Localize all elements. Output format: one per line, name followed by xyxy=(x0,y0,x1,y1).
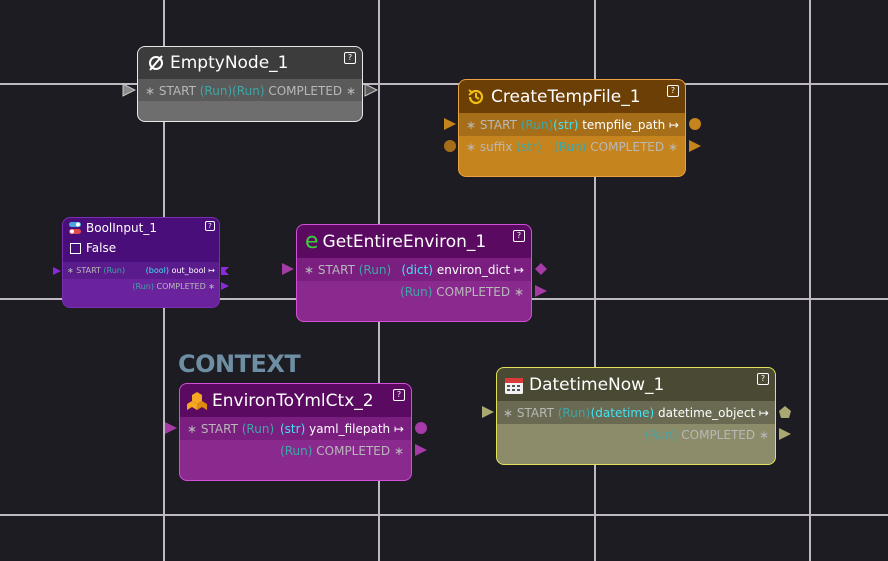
out-bool-type: (bool) xyxy=(145,266,170,275)
toggle-icon xyxy=(67,221,83,235)
completed-type: (Run) xyxy=(280,444,313,458)
suffix-type: (str) xyxy=(516,140,542,154)
start-star: ∗ xyxy=(145,84,156,98)
completed-output-socket[interactable] xyxy=(220,281,230,291)
completed-output-socket[interactable] xyxy=(414,443,428,457)
completed-output-socket[interactable] xyxy=(778,427,792,441)
node-title: GetEntireEnviron_1 xyxy=(322,231,487,252)
help-icon[interactable]: ? xyxy=(757,373,769,385)
start-type: (Run) xyxy=(199,84,233,98)
boxes-icon xyxy=(186,391,208,411)
node-title: EmptyNode_1 xyxy=(170,53,289,73)
empty-set-icon xyxy=(146,54,166,72)
node-empty-node[interactable]: EmptyNode_1 ? ∗ START (Run) (Run) COMPLE… xyxy=(122,46,378,122)
environ-dict-output-socket[interactable] xyxy=(534,262,548,276)
completed-label: COMPLETED xyxy=(268,84,343,98)
input-socket[interactable] xyxy=(164,421,178,435)
start-type: (Run) xyxy=(557,406,591,420)
help-icon[interactable]: ? xyxy=(667,85,679,97)
datetime-object-output-socket[interactable] xyxy=(778,405,792,419)
start-type: (Run) xyxy=(358,263,392,277)
completed-star: ∗ xyxy=(513,285,524,299)
input-socket[interactable] xyxy=(481,405,495,419)
datetime-object-label: datetime_object ↦ xyxy=(657,406,769,420)
tempfile-path-label: tempfile_path ↦ xyxy=(582,118,680,132)
start-type: (Run) xyxy=(520,118,554,132)
start-star: ∗ xyxy=(304,263,315,277)
out-bool-label: out_bool ↦ xyxy=(171,266,215,275)
datetime-object-type: (datetime) xyxy=(590,406,655,420)
help-icon[interactable]: ? xyxy=(513,230,525,242)
completed-label: COMPLETED xyxy=(156,282,206,291)
input-socket[interactable] xyxy=(443,117,457,131)
completed-type: (Run) xyxy=(554,140,587,154)
completed-star: ∗ xyxy=(758,428,769,442)
environ-dict-label: environ_dict ↦ xyxy=(436,263,524,277)
help-icon[interactable]: ? xyxy=(344,52,356,64)
node-environ-to-yml-ctx[interactable]: EnvironToYmlCtx_2 ? ∗ START (Run) (str) … xyxy=(165,383,427,481)
completed-output-socket[interactable] xyxy=(534,284,548,298)
start-star: ∗ xyxy=(187,422,198,436)
out-bool-output-socket[interactable] xyxy=(220,266,230,276)
checkbox[interactable] xyxy=(70,242,81,254)
input-socket[interactable] xyxy=(122,83,136,97)
start-star: ∗ xyxy=(503,406,514,420)
completed-output-socket[interactable] xyxy=(688,139,702,153)
start-label: START xyxy=(76,266,101,275)
input-socket[interactable] xyxy=(52,266,62,276)
completed-label: COMPLETED xyxy=(436,285,511,299)
suffix-input-socket[interactable] xyxy=(443,139,457,153)
tempfile-path-output-socket[interactable] xyxy=(688,117,702,131)
help-icon[interactable]: ? xyxy=(205,221,215,231)
yaml-filepath-label: yaml_filepath ↦ xyxy=(309,422,404,436)
history-icon xyxy=(465,87,487,107)
tempfile-path-type: (str) xyxy=(553,118,579,132)
node-datetime-now[interactable]: DatetimeNow_1 ? ∗ START (Run) (datetime)… xyxy=(482,367,791,465)
completed-label: COMPLETED xyxy=(681,428,756,442)
start-star: ∗ xyxy=(466,118,477,132)
bool-checkbox-row[interactable]: False xyxy=(70,241,116,255)
start-label: START xyxy=(516,406,554,420)
node-title: BoolInput_1 xyxy=(86,221,157,235)
completed-type: (Run) xyxy=(645,428,678,442)
environ-dict-type: (dict) xyxy=(401,263,433,277)
node-get-entire-environ[interactable]: e GetEntireEnviron_1 ? ∗ START (Run) (di… xyxy=(282,224,547,322)
checkbox-label: False xyxy=(86,241,117,255)
completed-star: ∗ xyxy=(346,84,357,98)
completed-star: ∗ xyxy=(667,140,678,154)
start-star: ∗ xyxy=(67,266,74,275)
node-title: EnvironToYmlCtx_2 xyxy=(212,390,374,411)
node-create-temp-file[interactable]: CreateTempFile_1 ? ∗ START (Run) (str) t… xyxy=(444,79,701,177)
output-socket[interactable] xyxy=(364,83,378,97)
completed-star: ∗ xyxy=(208,282,215,291)
start-label: START xyxy=(158,84,196,98)
help-icon[interactable]: ? xyxy=(393,389,405,401)
input-socket[interactable] xyxy=(281,262,295,276)
yaml-filepath-type: (str) xyxy=(280,422,306,436)
context-label: CONTEXT xyxy=(178,350,301,378)
grid-line xyxy=(0,514,888,516)
completed-label: COMPLETED xyxy=(590,140,665,154)
e-letter-icon: e xyxy=(305,228,319,254)
node-bool-input[interactable]: BoolInput_1 ? False ∗ START (Run) (bool)… xyxy=(53,217,229,308)
start-label: START xyxy=(200,422,238,436)
start-type: (Run) xyxy=(103,266,126,275)
completed-label: COMPLETED xyxy=(316,444,391,458)
yaml-filepath-output-socket[interactable] xyxy=(414,421,428,435)
completed-star: ∗ xyxy=(393,444,404,458)
completed-type: (Run) xyxy=(232,84,265,98)
suffix-star: ∗ xyxy=(466,140,477,154)
completed-type: (Run) xyxy=(132,282,154,291)
suffix-label: suffix xyxy=(479,140,513,154)
start-type: (Run) xyxy=(241,422,275,436)
calendar-icon xyxy=(503,375,525,395)
start-label: START xyxy=(317,263,355,277)
node-title: CreateTempFile_1 xyxy=(491,86,641,107)
start-label: START xyxy=(479,118,517,132)
completed-type: (Run) xyxy=(400,285,433,299)
node-title: DatetimeNow_1 xyxy=(529,374,665,395)
